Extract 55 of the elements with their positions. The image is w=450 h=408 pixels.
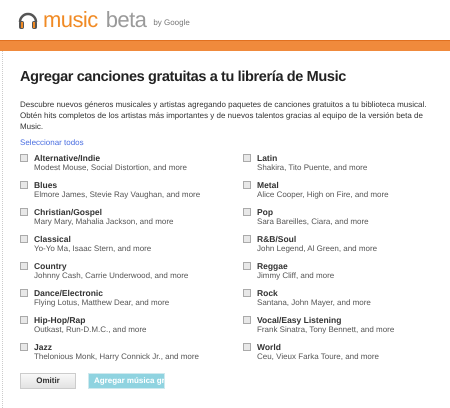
genre-artists: Alice Cooper, High on Fire, and more	[257, 190, 389, 200]
checkbox[interactable]	[20, 154, 28, 162]
genre-name: Metal	[257, 180, 280, 190]
checkbox[interactable]	[20, 180, 28, 188]
checkbox[interactable]	[20, 288, 28, 296]
genre-name: Blues	[34, 180, 58, 190]
checkbox[interactable]	[243, 342, 251, 350]
genre-artists: Yo-Yo Ma, Isaac Stern, and more	[34, 244, 152, 254]
genre-name: Country	[34, 260, 67, 270]
genre-name: World	[257, 342, 282, 352]
genre-artists: Modest Mouse, Social Distortion, and more	[34, 162, 187, 172]
checkbox[interactable]	[20, 316, 28, 324]
genre-name: Dance/Electronic	[34, 288, 104, 298]
logo-text: music	[43, 9, 98, 31]
genre-artists: Ceu, Vieux Farka Toure, and more	[257, 352, 379, 362]
genre-name: Hip-Hop/Rap	[34, 314, 86, 324]
description: Descubre nuevos géneros musicales y artistas agregando paquetes de canciones gratuitos a tu biblioteca musical. Obtén hits completos de los artistas más importantes y de nuevos talentos gracias al equipo de la versión beta de Music.	[20, 98, 428, 132]
genre-name: Vocal/Easy Listening	[257, 314, 342, 324]
genre-artists: Jimmy Cliff, and more	[257, 270, 334, 280]
skip-button[interactable]: Omitir	[20, 372, 76, 388]
genre-name: Classical	[34, 234, 72, 244]
genre-name: Reggae	[257, 260, 289, 270]
genre-artists: Frank Sinatra, Tony Bennett, and more	[257, 324, 394, 334]
checkbox[interactable]	[20, 234, 28, 242]
genre-artists: Flying Lotus, Matthew Dear, and more	[34, 298, 170, 308]
genre-name: Pop	[257, 206, 274, 216]
checkbox[interactable]	[243, 234, 251, 242]
checkbox[interactable]	[20, 262, 28, 270]
genre-artists: Shakira, Tito Puente, and more	[257, 162, 368, 172]
checkbox[interactable]	[243, 262, 251, 270]
genre-artists: Mary Mary, Mahalia Jackson, and more	[34, 216, 174, 226]
select-all-link[interactable]: Seleccionar todos	[20, 136, 84, 148]
genre-artists: Thelonious Monk, Harry Connick Jr., and more	[34, 352, 199, 362]
genre-name: Jazz	[34, 342, 53, 352]
logo-text: beta	[106, 9, 146, 31]
page-title: Agregar canciones gratuitas a tu librería de Music	[20, 68, 347, 84]
genre-artists: Sara Bareilles, Ciara, and more	[257, 216, 369, 226]
genre-artists: Elmore James, Stevie Ray Vaughan, and more	[34, 190, 200, 200]
genre-artists: Santana, John Mayer, and more	[257, 298, 371, 308]
logo-byline: by Google	[153, 17, 190, 29]
genre-name: Christian/Gospel	[34, 206, 102, 216]
checkbox[interactable]	[243, 288, 251, 296]
genre-name: Rock	[257, 288, 279, 298]
genre-artists: Outkast, Run-D.M.C., and more	[34, 324, 146, 334]
checkbox[interactable]	[20, 342, 28, 350]
genre-artists: John Legend, Al Green, and more	[257, 244, 378, 254]
genre-name: Latin	[257, 152, 278, 162]
genre-name: R&B/Soul	[257, 234, 298, 244]
checkbox[interactable]	[243, 154, 251, 162]
checkbox[interactable]	[243, 180, 251, 188]
checkbox[interactable]	[243, 316, 251, 324]
checkbox[interactable]	[20, 208, 28, 216]
checkbox[interactable]	[243, 208, 251, 216]
genre-name: Alternative/Indie	[34, 152, 102, 162]
genre-artists: Johnny Cash, Carrie Underwood, and more	[34, 270, 188, 280]
